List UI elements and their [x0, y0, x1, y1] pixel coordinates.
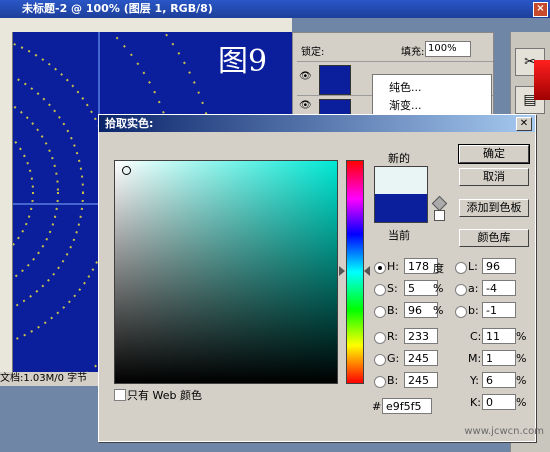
l-label: L:	[468, 260, 478, 273]
rgb-b-label: B:	[387, 374, 399, 387]
dialog-titlebar[interactable]: 拾取实色: ✕	[99, 115, 535, 132]
document-close-icon[interactable]: ×	[533, 2, 548, 17]
hue-slider-left-handle[interactable]	[339, 266, 345, 276]
c-unit: %	[516, 330, 527, 343]
swatch-strip	[534, 60, 550, 100]
b-label: B:	[387, 304, 399, 317]
k-label: K:	[470, 396, 481, 409]
k-input[interactable]: 0	[482, 394, 516, 410]
r-label: R:	[387, 330, 399, 343]
menu-item-solid-color[interactable]: 纯色...	[389, 79, 422, 95]
c-input[interactable]: 11	[482, 328, 516, 344]
color-cursor[interactable]	[122, 166, 131, 175]
l-input[interactable]: 96	[482, 258, 516, 274]
a-input[interactable]: -4	[482, 280, 516, 296]
radio-g[interactable]	[374, 354, 386, 366]
eye-icon[interactable]: 👁	[299, 71, 312, 82]
dialog-title: 拾取实色:	[105, 117, 154, 130]
y-label: Y:	[470, 374, 479, 387]
c-label: C:	[470, 330, 482, 343]
m-label: M:	[468, 352, 482, 365]
hue-slider[interactable]	[346, 160, 364, 384]
radio-b[interactable]	[374, 306, 386, 318]
color-libraries-button[interactable]: 颜色库	[459, 229, 529, 247]
close-icon[interactable]: ✕	[516, 117, 532, 131]
status-bar: 文档:1.03M/0 字节	[0, 372, 105, 386]
add-to-swatches-button[interactable]: 添加到色板	[459, 199, 529, 217]
layer-thumbnail	[319, 65, 351, 95]
new-color-swatch	[374, 166, 428, 195]
menu-item-gradient[interactable]: 渐变...	[389, 97, 422, 113]
a-label: a:	[468, 282, 479, 295]
lab-b-input[interactable]: -1	[482, 302, 516, 318]
radio-rgb-b[interactable]	[374, 376, 386, 388]
eye-icon[interactable]: 👁	[299, 100, 312, 111]
h-label: H:	[387, 260, 399, 273]
s-unit: %	[433, 282, 444, 295]
rgb-b-input[interactable]: 245	[404, 372, 438, 388]
m-unit: %	[516, 352, 527, 365]
current-color-swatch[interactable]	[374, 194, 428, 223]
web-only-checkbox[interactable]	[114, 389, 126, 401]
web-only-label: 只有 Web 颜色	[127, 389, 202, 402]
radio-h[interactable]	[374, 262, 386, 274]
new-color-label: 新的	[388, 152, 410, 165]
b-unit: %	[433, 304, 444, 317]
current-color-label: 当前	[388, 229, 410, 242]
y-unit: %	[516, 374, 527, 387]
radio-r[interactable]	[374, 332, 386, 344]
document-title: 未标题-2 @ 100% (图层 1, RGB/8)	[22, 2, 213, 15]
y-input[interactable]: 6	[482, 372, 516, 388]
radio-l[interactable]	[455, 262, 467, 274]
watermark: www.jcwcn.com	[464, 426, 544, 437]
cancel-button[interactable]: 取消	[459, 168, 529, 186]
hex-input[interactable]: e9f5f5	[382, 398, 432, 414]
ruler-horizontal	[0, 18, 292, 33]
web-safe-swatch-icon[interactable]	[434, 210, 445, 221]
radio-lab-b[interactable]	[455, 306, 467, 318]
fill-input[interactable]: 100%	[425, 41, 471, 57]
r-input[interactable]: 233	[404, 328, 438, 344]
radio-a[interactable]	[455, 284, 467, 296]
hue-slider-right-handle[interactable]	[364, 266, 370, 276]
s-label: S:	[387, 282, 398, 295]
radio-s[interactable]	[374, 284, 386, 296]
lab-b-label: b:	[468, 304, 479, 317]
fill-label: 填充:	[401, 47, 425, 58]
g-input[interactable]: 245	[404, 350, 438, 366]
hex-label: #	[372, 400, 382, 413]
document-titlebar[interactable]: 未标题-2 @ 100% (图层 1, RGB/8) ×	[0, 0, 550, 18]
saturation-brightness-field[interactable]	[114, 160, 338, 384]
h-unit: 度	[433, 262, 444, 275]
ruler-vertical	[0, 32, 13, 372]
g-label: G:	[387, 352, 400, 365]
lock-label: 锁定:	[301, 47, 325, 58]
k-unit: %	[516, 396, 527, 409]
ok-button[interactable]: 确定	[458, 144, 530, 164]
m-input[interactable]: 1	[482, 350, 516, 366]
